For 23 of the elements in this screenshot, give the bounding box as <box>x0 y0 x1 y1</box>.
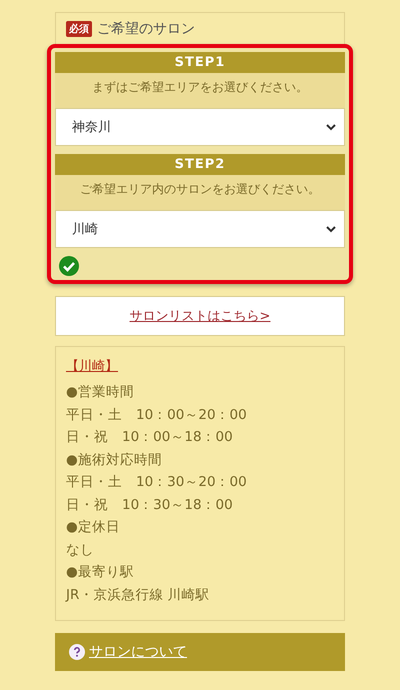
info-line: 日・祝 10：00～18：00 <box>66 428 233 447</box>
info-line: ●施術対応時間 <box>66 450 162 470</box>
chevron-icon <box>326 226 336 232</box>
salon-list-link[interactable]: サロンリストはこちら> <box>130 307 270 325</box>
info-line: ●営業時間 <box>66 383 134 402</box>
field-label: ご希望のサロン <box>97 20 195 38</box>
select-field[interactable]: 川崎 <box>55 210 345 248</box>
step-instruction: ご希望エリア内のサロンをお選びください。 <box>55 175 345 210</box>
step-instruction: まずはご希望エリアをお選びください。 <box>55 73 345 108</box>
step-title: STEP2 <box>55 154 345 175</box>
chevron-icon <box>326 124 336 130</box>
info-line: 日・祝 10：30～18：00 <box>66 496 233 514</box>
salon-name-link[interactable]: 【川崎】 <box>66 357 118 375</box>
step-title: STEP1 <box>55 52 345 73</box>
help-icon <box>69 644 85 660</box>
info-line: 平日・土 10：30～20：00 <box>66 473 247 492</box>
info-line: JR・京浜急行線 川崎駅 <box>66 586 210 604</box>
info-line: なし <box>66 540 94 560</box>
info-line: ●定休日 <box>66 518 120 537</box>
select-field[interactable]: 神奈川 <box>55 108 345 146</box>
info-line: 平日・土 10：00～20：00 <box>66 406 247 424</box>
info-line: ●最寄り駅 <box>66 563 134 582</box>
required-badge: 必須 <box>66 20 92 36</box>
